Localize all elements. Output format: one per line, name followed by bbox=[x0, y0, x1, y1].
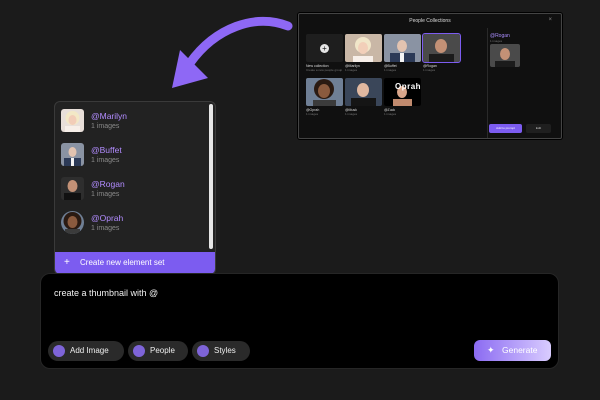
people-collections-window: People Collections × + New collection Cr… bbox=[298, 13, 562, 139]
styles-button[interactable]: Styles bbox=[192, 341, 250, 361]
selected-portrait-image bbox=[490, 44, 520, 67]
prompt-box[interactable]: create a thumbnail with @ Add Image Peop… bbox=[40, 273, 559, 369]
avatar bbox=[61, 143, 84, 166]
people-dropdown: @Marilyn 1 images @Buffet 1 images @Roga… bbox=[54, 101, 216, 275]
people-icon bbox=[133, 345, 145, 357]
plus-icon: + bbox=[64, 257, 70, 268]
collection-card-rogan[interactable]: @Rogan 1 images bbox=[422, 33, 461, 72]
portrait-image bbox=[422, 33, 461, 63]
sparkle-icon: ✦ bbox=[487, 345, 495, 355]
generate-button[interactable]: ✦ Generate bbox=[474, 340, 551, 361]
divider bbox=[487, 28, 488, 138]
collection-card-zuck[interactable]: Oprah @Zuck 1 images bbox=[384, 78, 421, 116]
portrait-image: Oprah bbox=[384, 78, 421, 106]
collection-card-oprah[interactable]: @Oprah 1 images bbox=[306, 78, 343, 116]
selected-collection-count: 1 images bbox=[490, 39, 503, 43]
avatar bbox=[61, 177, 84, 200]
collection-card-musk[interactable]: @Musk 1 images bbox=[345, 78, 382, 116]
people-button[interactable]: People bbox=[128, 341, 188, 361]
collection-card-marilyn[interactable]: @Marilyn 1 images bbox=[345, 34, 382, 72]
portrait-image bbox=[306, 78, 343, 106]
list-item-oprah[interactable]: @Oprah 1 images bbox=[61, 211, 201, 241]
window-title: People Collections bbox=[409, 18, 451, 24]
plus-icon: + bbox=[320, 43, 329, 53]
curved-arrow-icon bbox=[172, 16, 293, 88]
image-overlay-text: Oprah bbox=[395, 82, 421, 91]
prompt-input[interactable]: create a thumbnail with @ bbox=[54, 288, 158, 298]
palette-icon bbox=[197, 345, 209, 357]
add-to-prompt-button[interactable]: Add to prompt bbox=[489, 124, 522, 133]
create-element-set-button[interactable]: + Create new element set bbox=[55, 252, 215, 274]
image-icon bbox=[53, 345, 65, 357]
scrollbar[interactable] bbox=[209, 104, 213, 249]
portrait-image bbox=[345, 78, 382, 106]
add-image-button[interactable]: Add Image bbox=[48, 341, 124, 361]
avatar bbox=[61, 109, 84, 132]
list-item-rogan[interactable]: @Rogan 1 images bbox=[61, 177, 201, 207]
portrait-image bbox=[345, 34, 382, 62]
new-collection-card[interactable]: + New collection Create a new people gro… bbox=[306, 34, 343, 72]
list-item-marilyn[interactable]: @Marilyn 1 images bbox=[61, 109, 201, 139]
edit-button[interactable]: Edit bbox=[526, 124, 551, 133]
collection-card-buffet[interactable]: @Buffet 1 images bbox=[384, 34, 421, 72]
avatar bbox=[61, 211, 84, 234]
list-item-buffet[interactable]: @Buffet 1 images bbox=[61, 143, 201, 173]
portrait-image bbox=[384, 34, 421, 62]
close-icon[interactable]: × bbox=[548, 17, 552, 23]
